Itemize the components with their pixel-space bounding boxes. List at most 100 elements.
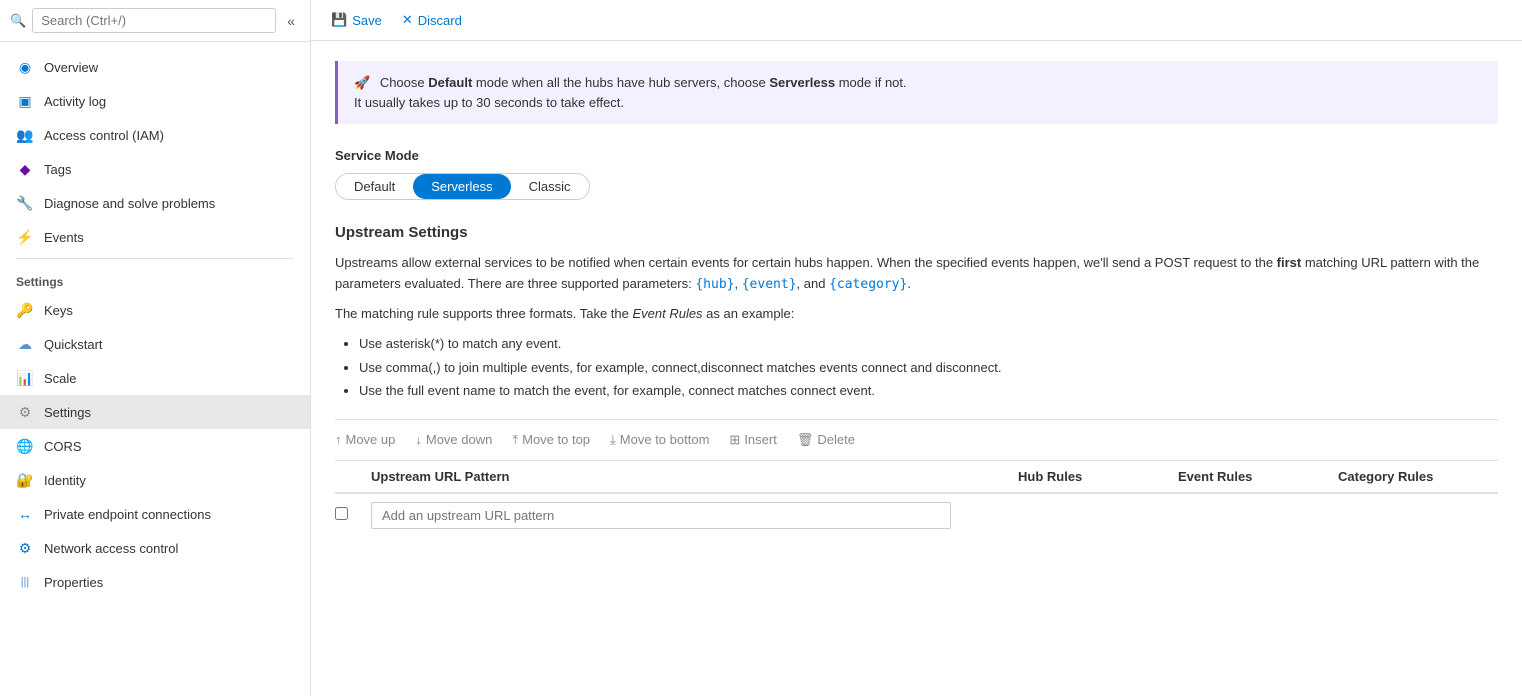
sidebar-item-cors[interactable]: 🌐 CORS — [0, 429, 310, 463]
identity-icon: 🔐 — [16, 471, 34, 489]
mode-serverless-button[interactable]: Serverless — [413, 174, 510, 199]
connect-italic: connect — [861, 360, 907, 375]
info-banner: 🚀 Choose Default mode when all the hubs … — [335, 61, 1498, 124]
sidebar-item-events[interactable]: ⚡ Events — [0, 220, 310, 254]
sidebar-item-network-access-label: Network access control — [44, 541, 178, 556]
sidebar-item-diagnose[interactable]: 🔧 Diagnose and solve problems — [0, 186, 310, 220]
upstream-title: Upstream Settings — [335, 224, 1498, 241]
bullet-item-2: Use comma(,) to join multiple events, fo… — [359, 356, 1498, 379]
sidebar-item-access-control[interactable]: 👥 Access control (IAM) — [0, 118, 310, 152]
discard-label: Discard — [418, 13, 462, 28]
mode-classic-button[interactable]: Classic — [511, 174, 589, 199]
info-banner-text: Choose Default mode when all the hubs ha… — [354, 75, 907, 110]
sidebar-item-identity-label: Identity — [44, 473, 86, 488]
move-to-bottom-icon: ⤓ — [610, 432, 616, 448]
insert-icon: ⊞ — [729, 432, 740, 448]
connect-link: connect — [689, 383, 735, 398]
row-checkbox-cell — [335, 507, 371, 523]
access-control-icon: 👥 — [16, 126, 34, 144]
asterisk-code: asterisk(*) — [386, 336, 445, 351]
sidebar-search-container: 🔍 « — [0, 0, 310, 42]
sidebar-item-settings[interactable]: ⚙ Settings — [0, 395, 310, 429]
private-endpoint-icon: ↔ — [16, 505, 34, 523]
sidebar-item-activity-log-label: Activity log — [44, 94, 106, 109]
move-to-top-label: Move to top — [522, 432, 590, 447]
diagnose-icon: 🔧 — [16, 194, 34, 212]
delete-button[interactable]: 🗑 Delete — [797, 428, 855, 452]
service-mode-toggle: Default Serverless Classic — [335, 173, 590, 200]
info-banner-icon: 🚀 — [354, 75, 370, 90]
sidebar: 🔍 « ◉ Overview ▣ Activity log 👥 Access c… — [0, 0, 311, 696]
delete-icon: 🗑 — [797, 432, 814, 448]
move-up-button[interactable]: ↑ Move up — [335, 428, 395, 451]
mode-default-button[interactable]: Default — [336, 174, 413, 199]
table-header-event: Event Rules — [1178, 469, 1338, 484]
content-area: 🚀 Choose Default mode when all the hubs … — [311, 41, 1522, 696]
sidebar-item-keys-label: Keys — [44, 303, 73, 318]
sidebar-item-keys[interactable]: 🔑 Keys — [0, 293, 310, 327]
move-down-label: Move down — [426, 432, 492, 447]
sidebar-item-access-control-label: Access control (IAM) — [44, 128, 164, 143]
table-header: Upstream URL Pattern Hub Rules Event Rul… — [335, 461, 1498, 494]
sidebar-item-quickstart[interactable]: ☁ Quickstart — [0, 327, 310, 361]
sidebar-item-events-label: Events — [44, 230, 84, 245]
bullet-item-1: Use asterisk(*) to match any event. — [359, 332, 1498, 355]
bullet-item-3: Use the full event name to match the eve… — [359, 379, 1498, 402]
sidebar-divider — [16, 258, 294, 259]
sidebar-nav: ◉ Overview ▣ Activity log 👥 Access contr… — [0, 42, 310, 607]
param-category: {category} — [829, 277, 907, 292]
info-banner-line2: It usually takes up to 30 seconds to tak… — [354, 95, 624, 110]
table-header-hub: Hub Rules — [1018, 469, 1178, 484]
sidebar-item-scale[interactable]: 📊 Scale — [0, 361, 310, 395]
info-banner-bold-serverless: Serverless — [769, 75, 835, 90]
search-input[interactable] — [32, 8, 276, 33]
sidebar-item-settings-label: Settings — [44, 405, 91, 420]
collapse-sidebar-button[interactable]: « — [282, 11, 300, 31]
events-icon: ⚡ — [16, 228, 34, 246]
sidebar-item-properties[interactable]: ||| Properties — [0, 565, 310, 599]
move-to-top-icon: ⤒ — [512, 432, 518, 448]
settings-section-label: Settings — [0, 263, 310, 293]
move-down-icon: ↓ — [415, 432, 422, 447]
save-icon: 💾 — [331, 12, 347, 28]
main-content: 💾 Save ✕ Discard 🚀 Choose Default mode w… — [311, 0, 1522, 696]
sidebar-item-cors-label: CORS — [44, 439, 82, 454]
move-down-button[interactable]: ↓ Move down — [415, 428, 492, 451]
discard-button[interactable]: ✕ Discard — [402, 8, 462, 32]
insert-button[interactable]: ⊞ Insert — [729, 428, 776, 452]
param-hub: {hub} — [695, 277, 734, 292]
delete-label: Delete — [817, 432, 855, 447]
save-label: Save — [352, 13, 382, 28]
url-pattern-input[interactable] — [371, 502, 951, 529]
comma-code: comma(,) — [386, 360, 441, 375]
move-to-bottom-label: Move to bottom — [620, 432, 710, 447]
sidebar-item-tags[interactable]: ◆ Tags — [0, 152, 310, 186]
sidebar-item-private-endpoint[interactable]: ↔ Private endpoint connections — [0, 497, 310, 531]
disconnect-italic: disconnect — [936, 360, 998, 375]
bullet-list: Use asterisk(*) to match any event. Use … — [359, 332, 1498, 402]
overview-icon: ◉ — [16, 58, 34, 76]
info-banner-text2: mode when all the hubs have hub servers,… — [472, 75, 769, 90]
sidebar-item-private-endpoint-label: Private endpoint connections — [44, 507, 211, 522]
move-up-label: Move up — [346, 432, 396, 447]
cors-icon: 🌐 — [16, 437, 34, 455]
action-bar: ↑ Move up ↓ Move down ⤒ Move to top ⤓ Mo… — [335, 419, 1498, 461]
scale-icon: 📊 — [16, 369, 34, 387]
upstream-bold-first: first — [1277, 255, 1302, 270]
upstream-table: Upstream URL Pattern Hub Rules Event Rul… — [335, 461, 1498, 537]
sidebar-item-activity-log[interactable]: ▣ Activity log — [0, 84, 310, 118]
sidebar-item-identity[interactable]: 🔐 Identity — [0, 463, 310, 497]
sidebar-item-overview[interactable]: ◉ Overview — [0, 50, 310, 84]
upstream-description2: The matching rule supports three formats… — [335, 304, 1498, 325]
save-button[interactable]: 💾 Save — [331, 8, 382, 32]
param-event: {event} — [742, 277, 797, 292]
move-to-top-button[interactable]: ⤒ Move to top — [512, 428, 590, 452]
move-to-bottom-button[interactable]: ⤓ Move to bottom — [610, 428, 709, 452]
row-checkbox[interactable] — [335, 507, 348, 520]
move-up-icon: ↑ — [335, 432, 342, 447]
event-rules-italic: Event Rules — [632, 306, 702, 321]
table-header-category: Category Rules — [1338, 469, 1498, 484]
search-icon: 🔍 — [10, 13, 26, 29]
table-row-input — [335, 494, 1498, 537]
sidebar-item-network-access[interactable]: ⚙ Network access control — [0, 531, 310, 565]
